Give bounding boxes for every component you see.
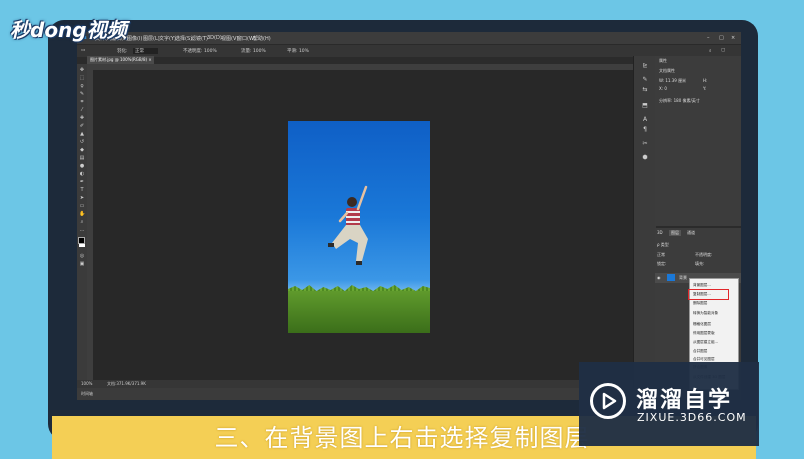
zoom-tool-icon[interactable]: ⌕: [79, 220, 85, 225]
feather-label: 羽化:: [117, 49, 128, 54]
menu-item-group[interactable]: 从图层建立组...: [693, 340, 718, 345]
menu-item-smart-object[interactable]: 转换为智能对象: [693, 311, 718, 316]
menu-item-delete-layer[interactable]: 删除图层: [693, 301, 707, 306]
gradient-tool-icon[interactable]: ▤: [79, 156, 85, 161]
eye-icon[interactable]: ◉: [657, 275, 661, 280]
opacity-field[interactable]: 不透明度: 100%: [183, 48, 217, 54]
x-field[interactable]: X: 0: [659, 86, 667, 91]
menu-item-rasterize[interactable]: 栅格化图层: [693, 322, 711, 327]
layer-kind-filter[interactable]: ρ 类型: [657, 242, 669, 248]
tools-panel: ✥ ⬚ ϙ ✎ ⌗ ⁄ ✚ ✐ ▲ ↺ ◆ ▤ ● ◐ ✒ T ➤ ▭ ✋ ⌕ …: [77, 64, 87, 384]
menu-item[interactable]: 图像(I): [127, 35, 142, 42]
play-logo-icon: [590, 383, 626, 419]
menu-item[interactable]: 选择(S): [175, 35, 192, 42]
layer-lock: 锁定:: [657, 261, 667, 266]
menu-item-disable-mask[interactable]: 停用图层蒙版: [693, 331, 715, 336]
menu-item[interactable]: 帮助(H): [253, 35, 271, 42]
flow-field[interactable]: 流量: 100%: [241, 48, 266, 54]
eraser-tool-icon[interactable]: ◆: [79, 148, 85, 153]
properties-title: 属性: [659, 58, 667, 63]
marquee-tool-icon[interactable]: ⬚: [79, 76, 85, 81]
pen-tool-icon[interactable]: ✒: [79, 180, 85, 185]
menu-item[interactable]: 文字(Y): [159, 35, 176, 42]
paragraph-icon[interactable]: ¶: [640, 126, 650, 133]
height-field[interactable]: H:: [703, 78, 707, 83]
layer-name[interactable]: 背景: [679, 275, 687, 281]
properties-panel: 属性 文档属性 W: 11.39 厘米 H: X: 0 Y: 分辨率: 180 …: [655, 56, 741, 226]
logo: 秒dong视频: [10, 18, 127, 42]
clone-source-icon[interactable]: ⬒: [640, 102, 650, 109]
screen-mode-icon[interactable]: ▣: [79, 262, 85, 267]
healing-brush-icon[interactable]: ✚: [79, 116, 85, 121]
brush-settings-icon[interactable]: ✎: [640, 76, 650, 83]
panel-dock: ⊵ ✎ ⇆ ⬒ A ¶ ✂ ⬢: [633, 56, 656, 388]
width-field[interactable]: W: 11.39 厘米: [659, 78, 686, 84]
menu-item[interactable]: 视图(V): [221, 35, 238, 42]
adjustments-icon[interactable]: ⇆: [640, 86, 650, 93]
layer-thumbnail: [667, 274, 675, 281]
menu-item-layer-props[interactable]: 背景图层...: [693, 283, 711, 288]
duplicate-layer-highlight: [688, 289, 729, 300]
photoshop-window: Ps 文件(F) 编辑(E) 图像(I) 图层(L) 文字(Y) 选择(S) 滤…: [77, 32, 741, 400]
search-icon[interactable]: ⌕: [709, 48, 712, 54]
y-field[interactable]: Y:: [703, 86, 706, 91]
maximize-icon[interactable]: □: [719, 35, 724, 41]
menu-bar: Ps 文件(F) 编辑(E) 图像(I) 图层(L) 文字(Y) 选择(S) 滤…: [77, 32, 741, 44]
zoom-level[interactable]: 100%: [81, 380, 92, 388]
dodge-tool-icon[interactable]: ◐: [79, 172, 85, 177]
tools-preset-icon[interactable]: ✂: [640, 140, 650, 147]
document-tab[interactable]: 图片素材.jpg @ 100%(RGB/8) ×: [87, 56, 154, 64]
layer-blend-mode[interactable]: 正常: [657, 252, 665, 258]
3d-icon[interactable]: ⬢: [640, 154, 650, 161]
brush-tool-icon[interactable]: ✐: [79, 124, 85, 129]
tab-layers[interactable]: 图层: [669, 230, 681, 236]
blur-tool-icon[interactable]: ●: [79, 164, 85, 169]
brand-subtitle: ZIXUE.3D66.COM: [637, 411, 747, 424]
marquee-tool-icon[interactable]: ▭: [81, 48, 85, 53]
resolution-label: 分辨率: 180 像素/英寸: [659, 98, 700, 103]
quick-select-icon[interactable]: ✎: [79, 92, 85, 97]
move-tool-icon[interactable]: ✥: [79, 68, 85, 73]
crop-tool-icon[interactable]: ⌗: [79, 100, 85, 105]
type-tool-icon[interactable]: T: [79, 188, 85, 193]
brand-title: 溜溜自学: [636, 388, 733, 413]
document-properties: 文档属性: [659, 68, 675, 73]
eyedropper-icon[interactable]: ⁄: [79, 108, 85, 113]
menu-item[interactable]: 3D(D): [207, 35, 222, 41]
minimize-icon[interactable]: –: [707, 35, 710, 41]
more-tools-icon[interactable]: …: [79, 228, 85, 233]
lasso-tool-icon[interactable]: ϙ: [79, 84, 85, 89]
image-canvas[interactable]: [288, 121, 430, 333]
status-bar: 100% 文档:371.9K/371.9K: [77, 380, 633, 388]
doc-size: 文档:371.9K/371.9K: [107, 381, 146, 386]
timeline-label[interactable]: 时间轴: [81, 391, 93, 397]
tab-channels[interactable]: 通道: [687, 230, 695, 236]
history-icon[interactable]: ⊵: [640, 62, 650, 69]
path-select-icon[interactable]: ➤: [79, 196, 85, 201]
grass-field: [288, 291, 430, 333]
menu-item[interactable]: 图层(L): [143, 35, 160, 42]
tab-3d[interactable]: 3D: [657, 230, 663, 235]
stamp-tool-icon[interactable]: ▲: [79, 132, 85, 137]
history-brush-icon[interactable]: ↺: [79, 140, 85, 145]
quick-mask-icon[interactable]: ◎: [79, 254, 85, 259]
hand-tool-icon[interactable]: ✋: [79, 212, 85, 217]
blend-mode-select[interactable]: 正常: [133, 48, 158, 54]
workspace-icon[interactable]: ▢: [721, 48, 725, 53]
close-icon[interactable]: ×: [731, 35, 735, 41]
layer-opacity[interactable]: 不透明度:: [695, 252, 712, 258]
menu-item-merge[interactable]: 合并图层: [693, 349, 707, 354]
character-icon[interactable]: A: [640, 116, 650, 123]
layer-fill[interactable]: 填充:: [695, 261, 704, 267]
smooth-field[interactable]: 平滑: 10%: [287, 48, 309, 54]
shape-tool-icon[interactable]: ▭: [79, 204, 85, 209]
menu-item[interactable]: 滤镜(T): [191, 35, 208, 42]
foreground-color-swatch[interactable]: [78, 237, 85, 244]
